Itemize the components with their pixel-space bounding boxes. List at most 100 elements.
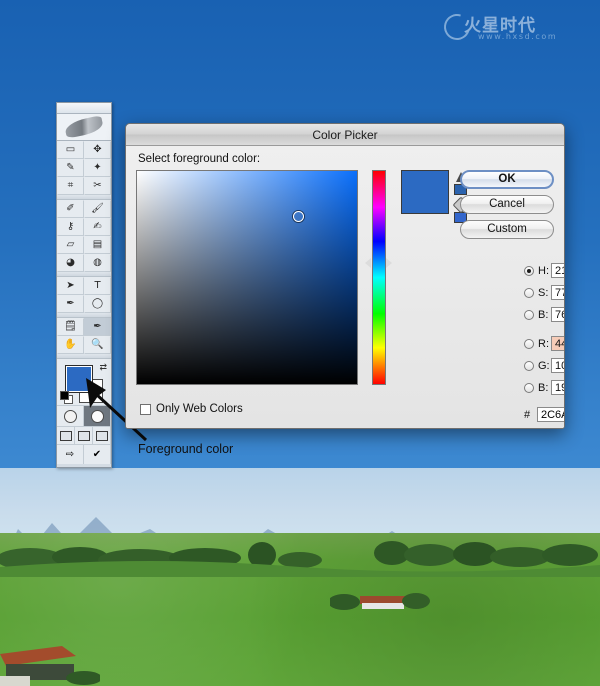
color-swatch-area[interactable]: ⇄ [57, 359, 111, 406]
hex-label: # [524, 408, 531, 421]
hsb-lab-fields[interactable]: H: 215 ° S: 77 % B: 76 % [524, 261, 564, 327]
dialog-buttons[interactable]: OK Cancel Custom [460, 170, 554, 245]
only-web-colors-checkbox[interactable]: Only Web Colors [140, 403, 243, 415]
photoshop-feather-logo [57, 114, 111, 141]
red-row[interactable]: R: 44 [524, 334, 564, 353]
blue-row[interactable]: B: 194 [524, 378, 564, 397]
notes-tool[interactable]: 🗒 [57, 318, 84, 336]
hue-marker-left-icon[interactable] [365, 258, 371, 268]
blue-input[interactable]: 194 [551, 380, 564, 395]
blue-label: B: [538, 381, 549, 394]
type-tool[interactable]: T [84, 277, 111, 295]
brightness-radio[interactable] [524, 309, 534, 320]
green-input[interactable]: 106 [551, 358, 564, 373]
healing-brush-icon: ✐ [66, 203, 75, 214]
eraser-tool[interactable]: ▱ [57, 236, 84, 254]
brightness-input[interactable]: 76 [551, 307, 564, 322]
slice-tool[interactable]: ✂ [84, 177, 111, 195]
brush-tool[interactable]: 🖌 [84, 200, 111, 218]
hsb-column[interactable]: H: 215 ° S: 77 % B: 76 % [524, 261, 564, 327]
brightness-row[interactable]: B: 76 % [524, 305, 564, 324]
only-web-colors-box[interactable] [140, 403, 151, 415]
hand-icon: ✋ [64, 339, 77, 350]
rectangular-marquee-tool[interactable]: ▭ [57, 141, 84, 159]
standard-screen-mode-button[interactable] [57, 427, 75, 445]
jump-to-imageready-button[interactable]: ⇨ [57, 445, 84, 464]
hue-slider-wrapper[interactable] [365, 170, 392, 385]
crop-tool[interactable]: ⌗ [57, 177, 84, 195]
lasso-tool[interactable]: ✎ [57, 159, 84, 177]
hue-radio[interactable] [524, 265, 534, 276]
color-field-marker[interactable] [292, 210, 304, 222]
hue-marker-right-icon[interactable] [386, 258, 392, 268]
ok-button[interactable]: OK [460, 170, 554, 189]
stamp-icon: ⚷ [66, 221, 75, 232]
hue-input[interactable]: 215 [551, 263, 564, 278]
current-color-swatch[interactable] [402, 192, 448, 213]
standard-mode-button[interactable] [57, 406, 84, 427]
tool-preset-button[interactable]: ✔ [84, 445, 111, 464]
distant-farmhouse [330, 592, 430, 610]
history-brush-tool[interactable]: ✍ [84, 218, 111, 236]
tool-grid-selection[interactable]: ▭ ✥ ✎ ✦ ⌗ ✂ [57, 141, 111, 195]
tool-grid-navigation[interactable]: 🗒 ✒ ✋ 🔍 [57, 318, 111, 354]
saturation-brightness-field[interactable] [136, 170, 358, 385]
saturation-row[interactable]: S: 77 % [524, 283, 564, 302]
toolbox-titlebar[interactable] [57, 103, 111, 114]
slice-icon: ✂ [93, 180, 102, 191]
dialog-titlebar[interactable]: Color Picker [126, 124, 564, 146]
clone-stamp-tool[interactable]: ⚷ [57, 218, 84, 236]
full-screen-with-menu-button[interactable] [75, 427, 93, 445]
dialog-body: Select foreground color: OK Cancel Custo… [126, 146, 564, 428]
blur-tool[interactable]: ◕ [57, 254, 84, 272]
ellipse-shape-tool[interactable]: ◯ [84, 295, 111, 313]
color-preview[interactable] [401, 170, 449, 214]
screen-modes[interactable] [57, 427, 111, 445]
eyedropper-tool[interactable]: ✒ [84, 318, 111, 336]
hex-row[interactable]: # 2C6AC2 [524, 405, 564, 424]
dialog-title: Color Picker [312, 127, 378, 142]
saturation-radio[interactable] [524, 287, 534, 298]
rgb-column[interactable]: R: 44 G: 106 B: 194 # 2C [524, 334, 564, 424]
hue-row[interactable]: H: 215 ° [524, 261, 564, 280]
dodge-tool[interactable]: ◍ [84, 254, 111, 272]
default-colors-icon[interactable] [60, 391, 73, 404]
red-input[interactable]: 44 [551, 336, 564, 351]
hand-tool[interactable]: ✋ [57, 336, 84, 354]
photoshop-toolbox[interactable]: ▭ ✥ ✎ ✦ ⌗ ✂ ✐ 🖌 ⚷ ✍ ▱ ▤ ◕ ◍ ➤ T ✒ ◯ 🗒 ✒ … [56, 102, 112, 468]
tool-grid-vector[interactable]: ➤ T ✒ ◯ [57, 277, 111, 313]
jump-buttons[interactable]: ⇨ ✔ [57, 445, 111, 464]
red-radio[interactable] [524, 338, 534, 349]
gradient-tool[interactable]: ▤ [84, 236, 111, 254]
cancel-button[interactable]: Cancel [460, 195, 554, 214]
green-radio[interactable] [524, 360, 534, 371]
zoom-tool[interactable]: 🔍 [84, 336, 111, 354]
full-screen-mode-button[interactable] [93, 427, 111, 445]
blur-drop-icon: ◕ [66, 257, 75, 268]
healing-brush-tool[interactable]: ✐ [57, 200, 84, 218]
green-row[interactable]: G: 106 [524, 356, 564, 375]
path-selection-tool[interactable]: ➤ [57, 277, 84, 295]
tool-grid-retouch[interactable]: ✐ 🖌 ⚷ ✍ ▱ ▤ ◕ ◍ [57, 200, 111, 272]
blue-radio[interactable] [524, 382, 534, 393]
green-label: G: [538, 359, 550, 372]
color-picker-dialog[interactable]: Color Picker Select foreground color: OK… [125, 123, 565, 429]
hue-slider[interactable] [372, 170, 386, 385]
quick-mask-modes[interactable] [57, 406, 111, 427]
magic-wand-tool[interactable]: ✦ [84, 159, 111, 177]
pen-tool[interactable]: ✒ [57, 295, 84, 313]
brush-icon: 🖌 [91, 203, 104, 214]
move-tool[interactable]: ✥ [84, 141, 111, 159]
quick-mask-mode-button[interactable] [84, 406, 111, 427]
custom-button[interactable]: Custom [460, 220, 554, 239]
swap-colors-icon[interactable]: ⇄ [99, 362, 107, 373]
brightness-label: B: [538, 308, 549, 321]
move-icon: ✥ [93, 144, 102, 155]
hex-input[interactable]: 2C6AC2 [537, 407, 564, 422]
check-icon: ✔ [92, 449, 102, 460]
foreground-color-swatch[interactable] [65, 365, 93, 393]
saturation-input[interactable]: 77 [551, 285, 564, 300]
site-watermark: 火星时代 www.hxsd.com [439, 9, 592, 50]
hue-label: H: [538, 264, 549, 277]
rgb-cmyk-fields[interactable]: R: 44 G: 106 B: 194 # 2C [524, 334, 564, 424]
